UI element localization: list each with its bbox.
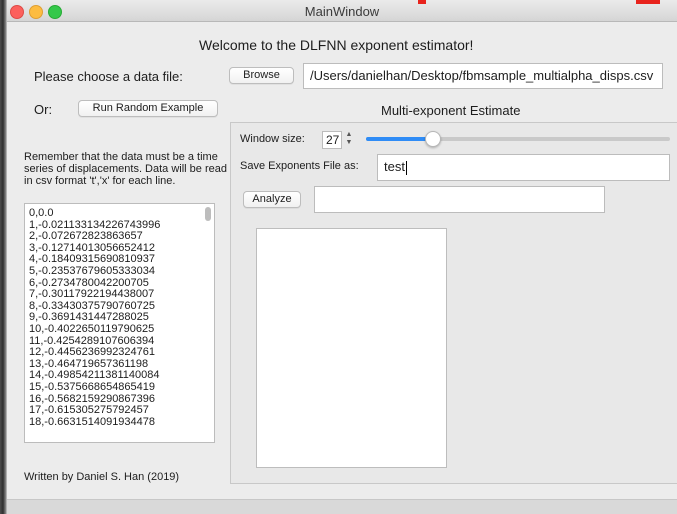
data-line: 17,-0.615305275792457 <box>29 404 149 417</box>
data-line: 12,-0.4456236992324761 <box>29 346 156 359</box>
scrollbar-thumb[interactable] <box>205 207 211 221</box>
multi-exponent-title: Multi-exponent Estimate <box>381 103 521 118</box>
footer-credit: Written by Daniel S. Han (2019) <box>24 471 180 483</box>
data-line: 18,-0.6631514091934478 <box>29 415 156 428</box>
window-title: MainWindow <box>304 4 380 19</box>
title-bar: MainWindow <box>7 0 677 22</box>
welcome-heading: Welcome to the DLFNN exponent estimator! <box>199 37 474 53</box>
file-path-field[interactable]: /Users/danielhan/Desktop/fbmsample_multi… <box>303 63 663 89</box>
save-file-label: Save Exponents File as: <box>240 160 359 172</box>
stepper-arrows-icon[interactable]: ▲ ▼ <box>344 131 354 149</box>
save-file-name-input[interactable]: test <box>377 154 670 181</box>
data-line: 15,-0.5375668654865419 <box>29 380 156 393</box>
choose-file-label: Please choose a data file: <box>34 69 183 84</box>
note-line: in csv format 't','x' for each line. <box>24 175 176 187</box>
data-line: 0,0.0 <box>29 207 54 219</box>
data-preview-list[interactable]: 0,0.0 1,-0.021133134226743996 2,-0.0726728… <box>24 203 215 443</box>
analyze-button[interactable]: Analyze <box>243 191 301 208</box>
note-line: Remember that the data must be a time <box>24 151 218 163</box>
note-line: series of displacements. Data will be re… <box>24 163 227 175</box>
data-line: 10,-0.4022650119790625 <box>29 322 155 335</box>
window-size-slider-handle[interactable] <box>425 131 441 147</box>
annotation-mark <box>418 0 426 4</box>
window-size-slider-fill <box>366 137 433 141</box>
analyze-output-field[interactable] <box>314 186 605 213</box>
background-strip <box>0 0 7 514</box>
plot-area <box>256 228 447 468</box>
browse-button[interactable]: Browse <box>229 67 294 84</box>
data-line: 7,-0.30117922194438007 <box>29 288 155 301</box>
window-size-input[interactable]: 27 <box>322 131 342 149</box>
data-lines: 0,0.0 1,-0.021133134226743996 2,-0.0726728… <box>25 204 214 428</box>
data-line: 5,-0.23537679605333034 <box>29 264 156 277</box>
run-random-example-button[interactable]: Run Random Example <box>78 100 218 117</box>
annotation-mark <box>636 0 660 4</box>
window-size-label: Window size: <box>240 133 305 145</box>
text-cursor <box>405 160 407 175</box>
bottom-bar <box>7 499 677 514</box>
or-label: Or: <box>34 102 53 117</box>
